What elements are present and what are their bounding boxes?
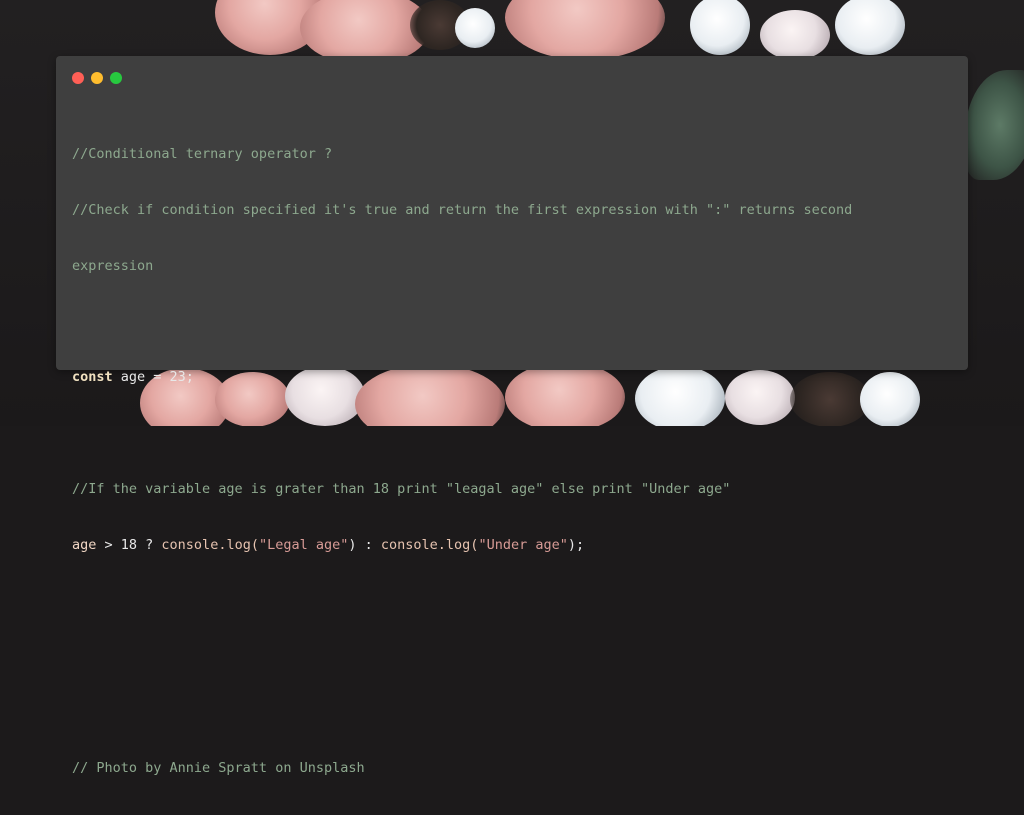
minimize-button[interactable] (91, 72, 103, 84)
window-controls (72, 72, 122, 84)
console-log-call: console.log( (380, 536, 479, 553)
maximize-button[interactable] (110, 72, 122, 84)
const-statement: age = 23; (112, 369, 194, 386)
code-ternary-line: age > 18 ? console.log("Legal age") : co… (72, 536, 928, 555)
code-comment-line: //Conditional ternary operator ? (72, 146, 333, 163)
code-comment-line-wrap: expression (72, 257, 154, 274)
statement-end: ); (567, 536, 585, 553)
string-literal: "Legal age" (258, 536, 349, 553)
code-comment-line: //If the variable age is grater than 18 … (72, 480, 731, 497)
code-comment-line: //Check if condition specified it's true… (72, 201, 853, 218)
keyword-const: const (72, 369, 113, 386)
console-log-call: console.log( (161, 536, 259, 553)
code-window: //Conditional ternary operator ? //Check… (56, 56, 968, 776)
ternary-condition: > 18 ? (96, 536, 162, 553)
photo-credit-comment: // Photo by Annie Spratt on Unsplash (72, 759, 365, 776)
code-const-line: const age = 23; (72, 368, 928, 387)
code-block: //Conditional ternary operator ? //Check… (72, 108, 928, 815)
string-literal: "Under age" (478, 536, 568, 553)
ternary-else: ) : (348, 536, 381, 553)
close-button[interactable] (72, 72, 84, 84)
variable-age: age (72, 536, 97, 553)
